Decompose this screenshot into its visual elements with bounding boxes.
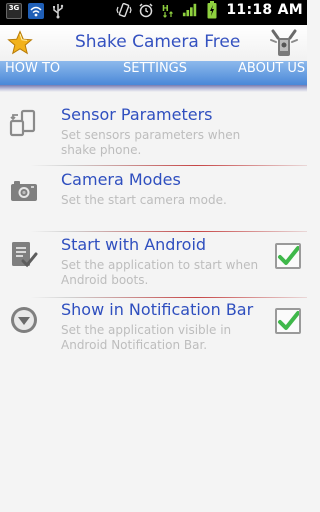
settings-item-title: Show in Notification Bar [61,300,254,319]
camera-icon [9,176,39,206]
status-bar: 3G H 11:18 AM [0,0,307,25]
status-left-icons: 3G [6,3,66,19]
signal-icon [182,2,198,18]
notification-icon [9,305,39,335]
tab-bar-shadow [0,85,307,92]
battery-charging-icon [204,1,220,19]
settings-item-start-with-android[interactable]: Start with Android Set the application t… [0,232,307,296]
title-bar: Shake Camera Free [0,25,307,62]
svg-text:H: H [162,4,169,13]
settings-item-title: Start with Android [61,235,207,254]
sensor-icon [9,108,39,138]
status-right-icons: H 11:18 AM [116,1,303,19]
settings-item-sensor-parameters[interactable]: Sensor Parameters Set sensors parameters… [0,100,307,162]
start-with-android-checkbox[interactable] [275,243,301,269]
status-time: 11:18 AM [226,2,303,18]
alarm-icon [138,2,154,18]
wifi-icon [28,3,44,19]
settings-item-summary: Set sensors parameters when shake phone. [61,128,241,157]
usb-icon [50,3,66,19]
show-in-notification-bar-checkbox[interactable] [275,308,301,334]
shake-icon[interactable] [269,28,299,58]
vibrate-icon [116,2,133,18]
app-title: Shake Camera Free [75,32,241,52]
star-icon[interactable] [7,30,33,56]
tab-bar: HOW TO SETTINGS ABOUT US [0,61,307,85]
settings-item-summary: Set the start camera mode. [61,193,227,207]
settings-item-show-in-notification-bar[interactable]: Show in Notification Bar Set the applica… [0,298,307,364]
tab-about-us[interactable]: ABOUT US [238,61,305,85]
data-icon: H [160,2,176,18]
check-icon [278,311,300,330]
3g-icon: 3G [6,3,22,19]
tab-settings[interactable]: SETTINGS [123,61,187,85]
settings-item-title: Camera Modes [61,170,181,189]
check-icon [278,246,300,265]
settings-item-title: Sensor Parameters [61,105,213,124]
settings-item-summary: Set the application to start when Androi… [61,258,259,287]
settings-item-camera-modes[interactable]: Camera Modes Set the start camera mode. [0,166,307,230]
checklist-icon [9,240,39,270]
settings-item-summary: Set the application visible in Android N… [61,323,232,352]
tab-how-to[interactable]: HOW TO [5,61,60,85]
